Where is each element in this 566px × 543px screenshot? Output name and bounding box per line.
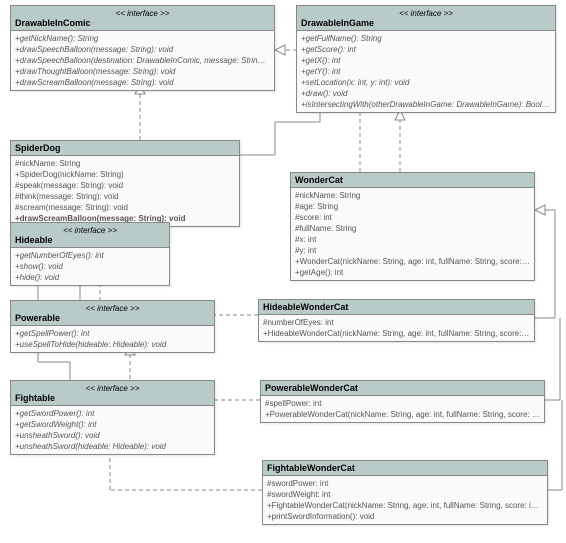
class-name: Hideable	[15, 235, 165, 245]
member: +getAge(): int	[295, 267, 530, 278]
member: +FightableWonderCat(nickName: String, ag…	[267, 500, 543, 511]
member: #nickName: String	[15, 158, 235, 169]
interface-drawable-in-game: << interface >> DrawableInGame +getFullN…	[296, 5, 556, 113]
member: +getFullName(): String	[301, 33, 551, 44]
member: +hide(): void	[15, 272, 165, 283]
class-name: WonderCat	[295, 175, 530, 185]
interface-powerable: << interface >> Powerable +getSpellPower…	[10, 300, 215, 353]
class-spider-dog: SpiderDog #nickName: String +SpiderDog(n…	[10, 140, 240, 227]
member: +drawThoughtBalloon(message: String): vo…	[15, 66, 270, 77]
member: +drawSpeechBalloon(message: String): voi…	[15, 44, 270, 55]
member: +unsheathSword(): void	[15, 430, 210, 441]
member: +getSwordWeight(): int	[15, 419, 210, 430]
member: #swordWeight: int	[267, 489, 543, 500]
class-name: PowerableWonderCat	[265, 383, 540, 393]
member: +show(): void	[15, 261, 165, 272]
member: +getNickName(): String	[15, 33, 270, 44]
member: +WonderCat(nickName: String, age: int, f…	[295, 256, 530, 267]
member: #x: int	[295, 234, 530, 245]
stereotype-label: << interface >>	[15, 383, 210, 393]
stereotype-label: << interface >>	[301, 8, 551, 18]
class-name: FightableWonderCat	[267, 463, 543, 473]
member: +getX(): int	[301, 55, 551, 66]
member: +getSpellPower(): int	[15, 328, 210, 339]
member: #nickName: String	[295, 190, 530, 201]
member: +PowerableWonderCat(nickName: String, ag…	[265, 409, 540, 420]
member: #speak(message: String): void	[15, 180, 235, 191]
member: #fullName: String	[295, 223, 530, 234]
member: +getNumberOfEyes(): int	[15, 250, 165, 261]
class-name: SpiderDog	[15, 143, 235, 153]
member: +drawSpeechBalloon(destination: Drawable…	[15, 55, 270, 66]
stereotype-label: << interface >>	[15, 225, 165, 235]
member: #swordPower: int	[267, 478, 543, 489]
member: +printSwordInformation(): void	[267, 511, 543, 522]
class-wonder-cat: WonderCat #nickName: String #age: String…	[290, 172, 535, 281]
interface-drawable-in-comic: << interface >> DrawableInComic +getNick…	[10, 5, 275, 91]
member: +getY(): int	[301, 66, 551, 77]
stereotype-label: << interface >>	[15, 8, 270, 18]
member: #spellPower: int	[265, 398, 540, 409]
interface-fightable: << interface >> Fightable +getSwordPower…	[10, 380, 215, 455]
class-fightable-wonder-cat: FightableWonderCat #swordPower: int #swo…	[262, 460, 548, 525]
member: +draw(): void	[301, 88, 551, 99]
member: +useSpellToHide(hideable: Hideable): voi…	[15, 339, 210, 350]
class-name: Powerable	[15, 313, 210, 323]
member: #y: int	[295, 245, 530, 256]
member: +getScore(): int	[301, 44, 551, 55]
member: +HideableWonderCat(nickName: String, age…	[263, 328, 530, 339]
class-name: Fightable	[15, 393, 210, 403]
class-name: HideableWonderCat	[263, 302, 530, 312]
member: +getSwordPower(): int	[15, 408, 210, 419]
member: +setLocation(x: int, y: int): void	[301, 77, 551, 88]
interface-hideable: << interface >> Hideable +getNumberOfEye…	[10, 222, 170, 286]
member: #age: String	[295, 201, 530, 212]
member: #score: int	[295, 212, 530, 223]
member: +isIntersectingWith(otherDrawableInGame:…	[301, 99, 551, 110]
class-powerable-wonder-cat: PowerableWonderCat #spellPower: int +Pow…	[260, 380, 545, 423]
member: #think(message: String): void	[15, 191, 235, 202]
member: #numberOfEyes: int	[263, 317, 530, 328]
member: +drawScreamBalloon(message: String): voi…	[15, 77, 270, 88]
class-hideable-wonder-cat: HideableWonderCat #numberOfEyes: int +Hi…	[258, 299, 535, 342]
class-name: DrawableInComic	[15, 18, 270, 28]
stereotype-label: << interface >>	[15, 303, 210, 313]
member: +unsheathSword(hideable: Hideable): void	[15, 441, 210, 452]
member: +SpiderDog(nickName: String)	[15, 169, 235, 180]
member: #scream(message: String): void	[15, 202, 235, 213]
class-name: DrawableInGame	[301, 18, 551, 28]
